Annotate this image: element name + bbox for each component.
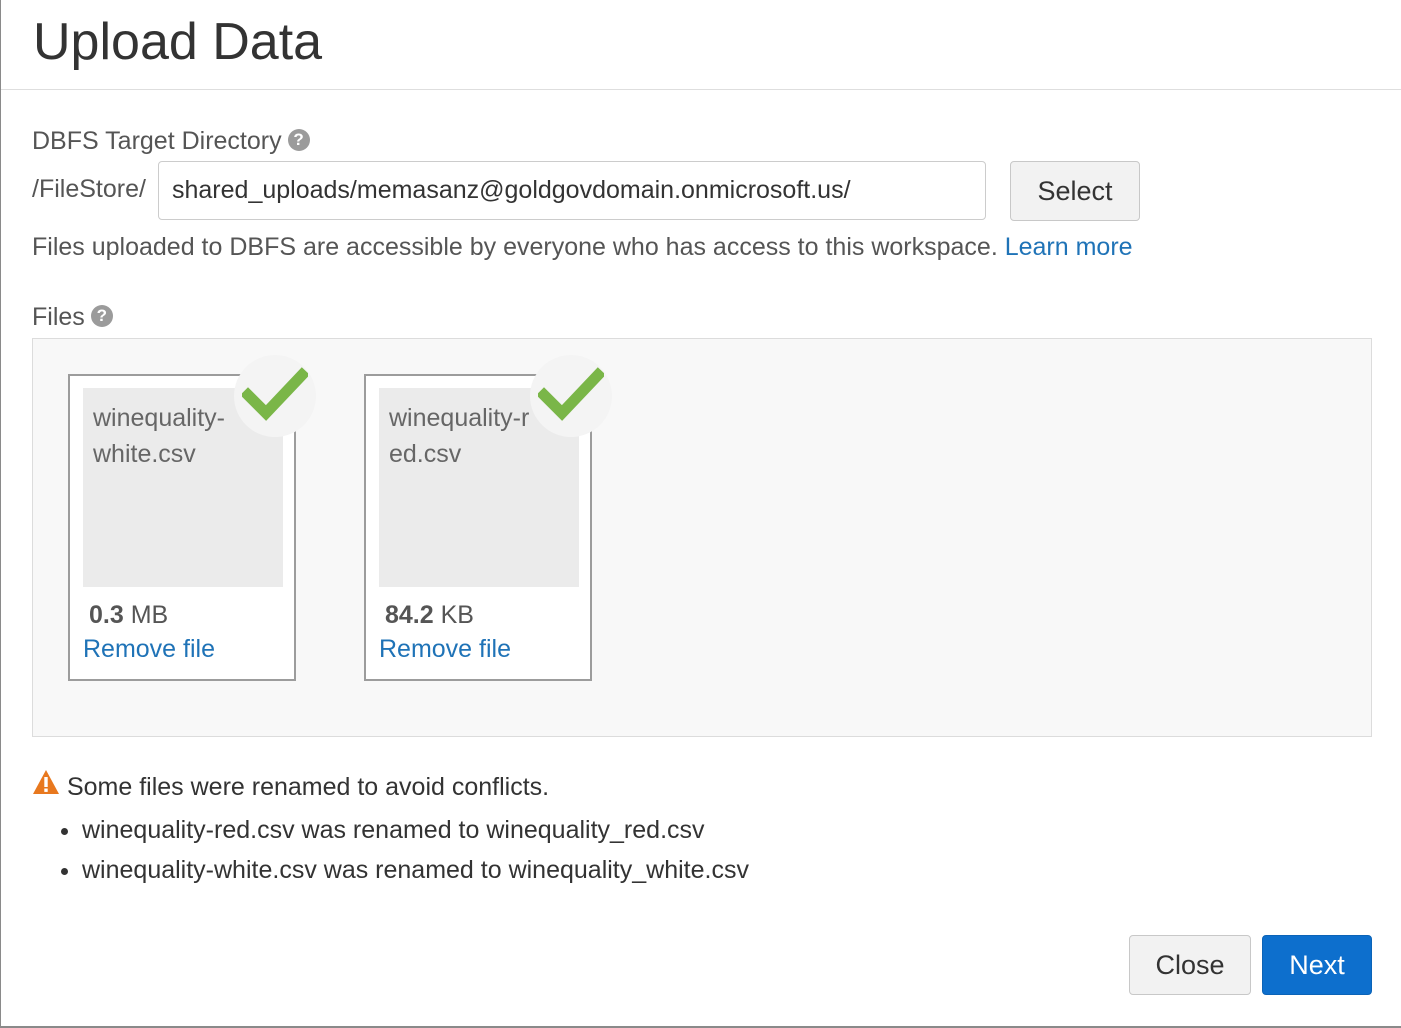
close-button[interactable]: Close (1129, 935, 1251, 995)
file-size: 84.2 KB (385, 601, 474, 630)
warning-triangle-icon (32, 769, 60, 802)
remove-file-link[interactable]: Remove file (83, 635, 215, 664)
file-name: winequality-white.csv (93, 404, 226, 468)
list-item: winequality-red.csv was renamed to wineq… (82, 810, 749, 850)
upload-data-dialog: Upload Data DBFS Target Directory? /File… (0, 0, 1401, 1028)
directory-prefix: /FileStore/ (32, 175, 146, 203)
target-directory-label-text: DBFS Target Directory (32, 127, 282, 155)
list-item: winequality-white.csv was renamed to win… (82, 850, 749, 890)
warning-message: Some files were renamed to avoid conflic… (66, 773, 550, 802)
file-size-value: 84.2 (385, 601, 434, 629)
file-name: winequality-red.csv (389, 404, 530, 468)
rename-warning: Some files were renamed to avoid conflic… (32, 769, 550, 805)
access-note-text: Files uploaded to DBFS are accessible by… (32, 233, 998, 261)
remove-file-link[interactable]: Remove file (379, 635, 511, 664)
check-icon (234, 355, 316, 437)
select-directory-button[interactable]: Select (1010, 161, 1140, 221)
access-note: Files uploaded to DBFS are accessible by… (32, 232, 1133, 262)
learn-more-link[interactable]: Learn more (1005, 233, 1133, 261)
check-icon (530, 355, 612, 437)
question-circle-icon[interactable]: ? (287, 129, 310, 152)
dialog-header: Upload Data (1, 0, 1401, 90)
target-directory-input[interactable] (158, 161, 986, 220)
rename-list: winequality-red.csv was renamed to wineq… (82, 810, 749, 890)
file-size-unit: MB (130, 601, 169, 629)
files-label: Files? (32, 302, 113, 332)
file-size: 0.3 MB (89, 601, 168, 630)
next-button[interactable]: Next (1262, 935, 1372, 995)
file-size-value: 0.3 (89, 601, 124, 629)
files-label-text: Files (32, 303, 85, 331)
target-directory-label: DBFS Target Directory? (32, 126, 310, 156)
file-size-unit: KB (440, 601, 474, 629)
question-circle-icon[interactable]: ? (90, 305, 113, 328)
dialog-title: Upload Data (33, 13, 323, 71)
